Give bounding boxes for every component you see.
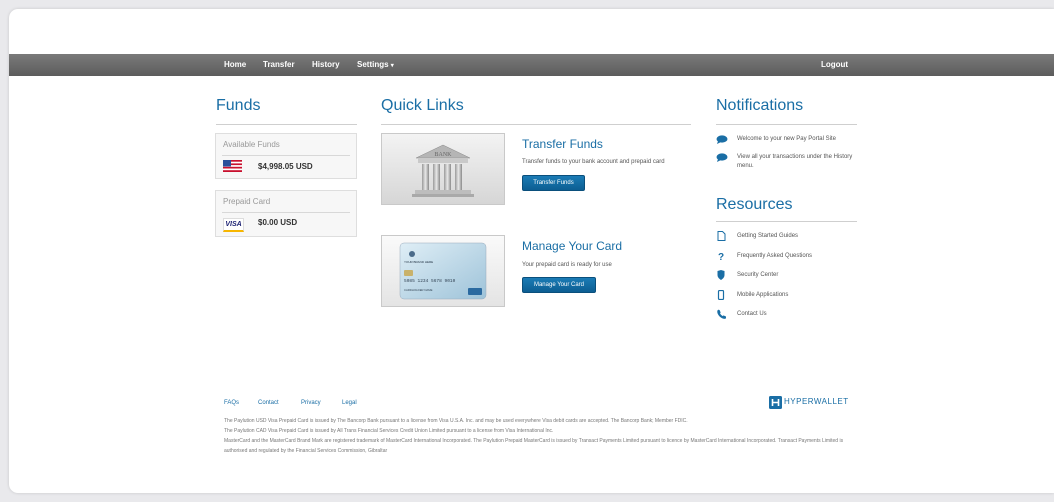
chevron-down-icon: ▾ [390, 63, 394, 69]
resource-label: Security Center [737, 272, 779, 278]
prepaid-card-amount: $0.00 USD [258, 218, 298, 227]
notification-item: Welcome to your new Pay Portal Site [716, 135, 851, 145]
browser-page: Home Transfer History Settings ▾ Logout … [9, 9, 1054, 493]
resources-divider [716, 221, 857, 222]
legal-disclaimer: The Paylution USD Visa Prepaid Card is i… [224, 416, 864, 456]
resource-label: Frequently Asked Questions [737, 253, 813, 259]
top-nav-bar: Home Transfer History Settings ▾ Logout [9, 54, 1054, 76]
notification-text: Welcome to your new Pay Portal Site [737, 136, 836, 142]
nav-settings-label: Settings [357, 60, 389, 69]
footer-link-contact[interactable]: Contact [258, 400, 279, 406]
phone-icon [717, 309, 726, 319]
notifications-heading: Notifications [716, 97, 804, 114]
notifications-divider [716, 124, 857, 125]
document-icon [717, 231, 726, 241]
mobile-icon [717, 290, 725, 300]
divider [222, 212, 350, 213]
logout-link[interactable]: Logout [821, 54, 848, 76]
prepaid-card-label: Prepaid Card [223, 197, 271, 206]
footer-link-privacy[interactable]: Privacy [301, 400, 321, 406]
available-funds-label: Available Funds [223, 140, 280, 149]
bank-building-icon: BANK [412, 144, 474, 197]
hyperwallet-logo-text: HYPERWALLET [784, 397, 849, 406]
speech-bubble-icon [716, 153, 728, 162]
credit-card-graphic: YOUR BRAND HERE 5085 1234 5678 9010 CARD… [399, 242, 487, 300]
legal-line: The Paylution USD Visa Prepaid Card is i… [224, 418, 688, 424]
prepaid-card-image: YOUR BRAND HERE 5085 1234 5678 9010 CARD… [381, 235, 505, 307]
footer-link-faqs[interactable]: FAQs [224, 400, 239, 406]
available-funds-card: Available Funds $4,998.05 USD [215, 133, 357, 179]
card-brand-text: YOUR BRAND HERE [404, 260, 433, 264]
legal-line: MasterCard and the MasterCard Brand Mark… [224, 438, 844, 454]
cardholder-text: CARDHOLDER NAME [404, 288, 433, 292]
question-icon: ? [718, 252, 724, 261]
transfer-funds-description: Transfer funds to your bank account and … [522, 159, 665, 165]
quick-links-divider [381, 124, 691, 125]
manage-card-button[interactable]: Manage Your Card [522, 277, 596, 293]
funds-heading: Funds [216, 97, 261, 114]
manage-card-title: Manage Your Card [522, 239, 623, 253]
prepaid-card-card: Prepaid Card VISA $0.00 USD [215, 190, 357, 237]
hyperwallet-logo-icon [769, 396, 782, 409]
resource-label: Mobile Applications [737, 292, 789, 298]
nav-home[interactable]: Home [224, 54, 246, 76]
shield-icon [717, 270, 725, 280]
divider [222, 155, 350, 156]
resource-label: Getting Started Guides [737, 233, 799, 239]
funds-divider [216, 124, 357, 125]
visa-logo-icon: VISA [223, 218, 244, 232]
resources-heading: Resources [716, 196, 793, 213]
notification-item: View all your transactions under the His… [716, 153, 852, 173]
notification-text: View all your transactions under the His… [737, 154, 853, 169]
nav-transfer[interactable]: Transfer [263, 54, 295, 76]
us-flag-icon [223, 160, 242, 172]
transfer-funds-button[interactable]: Transfer Funds [522, 175, 585, 191]
speech-bubble-icon [716, 135, 728, 144]
bank-image: BANK [381, 133, 505, 205]
available-funds-amount: $4,998.05 USD [258, 162, 313, 171]
bank-sign: BANK [434, 152, 452, 158]
resource-label: Contact Us [737, 311, 767, 317]
transfer-funds-title: Transfer Funds [522, 137, 603, 151]
card-number-text: 5085 1234 5678 9010 [404, 278, 456, 284]
nav-settings[interactable]: Settings ▾ [357, 54, 394, 77]
quick-links-heading: Quick Links [381, 97, 464, 114]
svg-text:?: ? [718, 252, 724, 261]
legal-line: The Paylution CAD Visa Prepaid Card is i… [224, 428, 554, 434]
manage-card-description: Your prepaid card is ready for use [522, 262, 612, 268]
nav-history[interactable]: History [312, 54, 340, 76]
footer-link-legal[interactable]: Legal [342, 400, 357, 406]
